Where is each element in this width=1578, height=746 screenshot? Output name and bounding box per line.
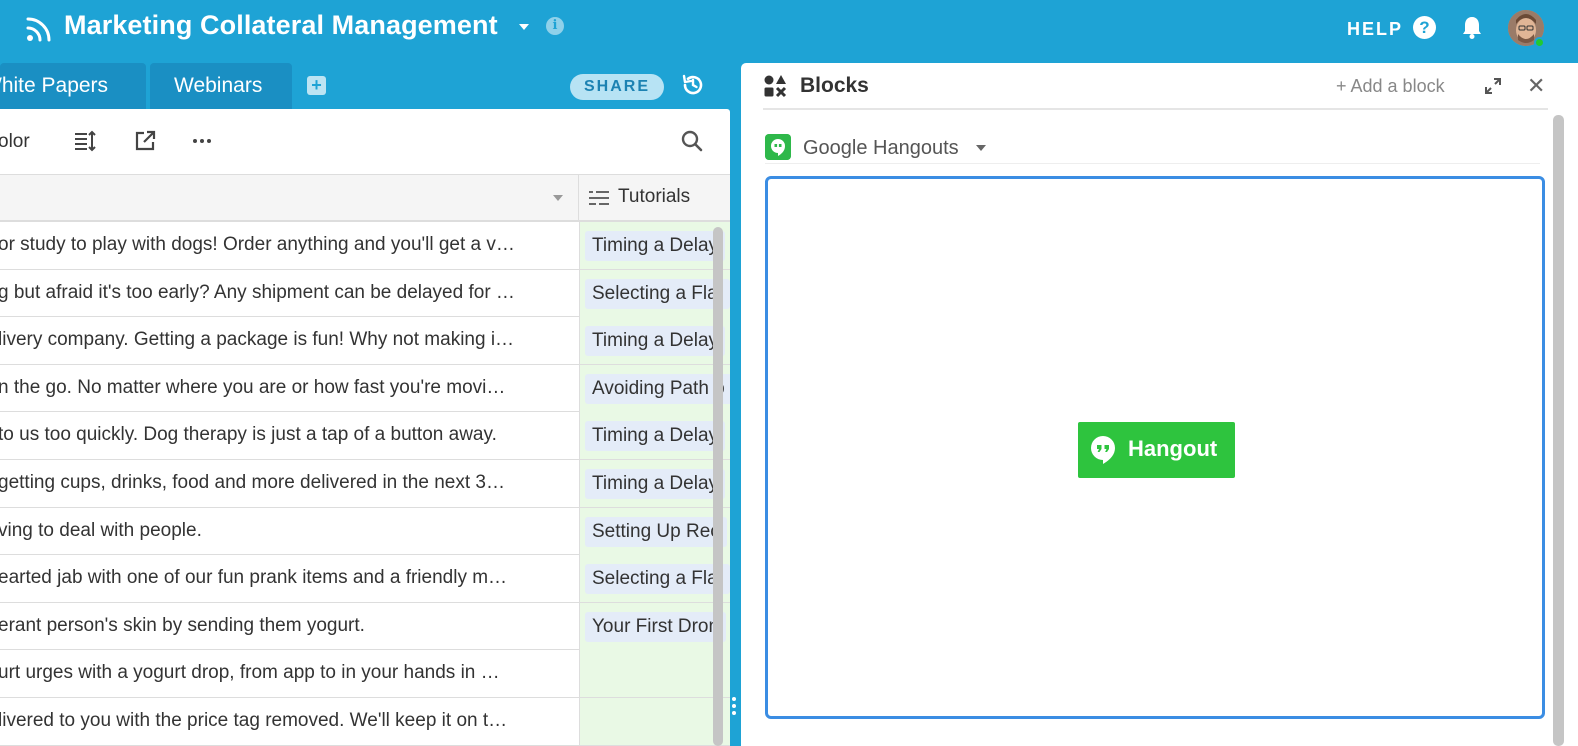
history-icon[interactable]	[681, 73, 705, 97]
grid-view: olor Tutorials or study to play with dog…	[0, 109, 730, 746]
table-row[interactable]: urt urges with a yogurt drop, from app t…	[0, 650, 730, 698]
tab-white-papers[interactable]: White Papers	[0, 63, 146, 109]
blocks-panel: Blocks + Add a block ✕ Google Hangouts H…	[741, 63, 1578, 746]
tutorial-tag: Timing a Delay	[585, 468, 726, 499]
tutorial-tag: Timing a Delay	[585, 231, 726, 261]
tutorials-cell[interactable]	[579, 697, 730, 745]
tutorials-cell[interactable]	[579, 650, 730, 698]
more-icon[interactable]	[190, 129, 214, 153]
top-bar: Marketing Collateral Management i HELP ?	[0, 0, 1578, 58]
add-block-button[interactable]: + Add a block	[1336, 76, 1445, 97]
rss-icon	[26, 17, 51, 42]
tutorials-cell[interactable]: Timing a Delay	[579, 459, 730, 507]
tutorial-tag: Timing a Delay	[585, 326, 726, 357]
grid-scrollbar[interactable]	[713, 227, 723, 746]
tutorial-tag: Selecting a Flat	[585, 564, 730, 595]
color-button[interactable]: olor	[0, 131, 30, 153]
info-icon[interactable]: i	[546, 17, 564, 35]
table-row[interactable]: erant person's skin by sending them yogu…	[0, 602, 730, 651]
close-icon[interactable]: ✕	[1527, 73, 1545, 99]
table-row[interactable]: n the go. No matter where you are or how…	[0, 364, 730, 413]
start-hangout-button[interactable]: Hangout	[1078, 422, 1235, 478]
hangout-button-label: Hangout	[1128, 436, 1218, 461]
description-cell[interactable]: earted jab with one of our fun prank ite…	[0, 555, 578, 602]
multiple-select-field-icon	[589, 191, 609, 205]
view-toolbar: olor	[0, 109, 730, 175]
tutorials-cell[interactable]: Avoiding Path o	[579, 364, 730, 412]
bell-icon[interactable]	[1460, 14, 1484, 40]
tutorial-tag: Your First Dron	[585, 611, 727, 642]
block-selector-label[interactable]: Google Hangouts	[803, 137, 959, 160]
tutorials-cell[interactable]: Timing a Delay	[579, 317, 730, 365]
description-cell[interactable]: livery company. Getting a package is fun…	[0, 317, 578, 364]
description-cell[interactable]: g but afraid it's too early? Any shipmen…	[0, 270, 578, 317]
column-header-row: Tutorials	[0, 175, 730, 222]
tutorial-tag: Timing a Delay	[585, 421, 726, 452]
tutorials-cell[interactable]: Selecting a Flat	[579, 269, 730, 317]
tutorials-cell[interactable]: Selecting a Flat	[579, 555, 730, 603]
share-button[interactable]: SHARE	[570, 74, 664, 100]
description-cell[interactable]: or study to play with dogs! Order anythi…	[0, 222, 578, 269]
base-title[interactable]: Marketing Collateral Management	[64, 10, 498, 41]
tutorial-tag: Avoiding Path o	[585, 373, 730, 404]
blocks-scrollbar[interactable]	[1553, 115, 1564, 746]
expand-icon[interactable]	[1484, 77, 1502, 95]
block-content-frame: Hangout	[765, 176, 1545, 719]
description-cell[interactable]: livered to you with the price tag remove…	[0, 698, 578, 745]
add-table-icon[interactable]: +	[307, 76, 326, 95]
block-selector[interactable]: Google Hangouts	[765, 134, 1540, 164]
description-cell[interactable]: n the go. No matter where you are or how…	[0, 365, 578, 412]
tutorial-tag: Selecting a Flat	[585, 278, 730, 309]
row-height-icon[interactable]	[73, 129, 97, 153]
table-row[interactable]: livery company. Getting a package is fun…	[0, 317, 730, 365]
description-cell[interactable]: getting cups, drinks, food and more deli…	[0, 460, 578, 507]
tutorials-cell[interactable]: Timing a Delay	[579, 412, 730, 460]
table-row[interactable]: g but afraid it's too early? Any shipmen…	[0, 269, 730, 318]
table-row[interactable]: livered to you with the price tag remove…	[0, 697, 730, 746]
blocks-header: Blocks + Add a block ✕	[763, 63, 1548, 110]
table-row[interactable]: getting cups, drinks, food and more deli…	[0, 459, 730, 508]
table-row[interactable]: ving to deal with people. Setting Up Rec	[0, 507, 730, 556]
table-body: or study to play with dogs! Order anythi…	[0, 222, 730, 746]
table-row[interactable]: earted jab with one of our fun prank ite…	[0, 555, 730, 603]
description-cell[interactable]: ving to deal with people.	[0, 508, 578, 555]
column-header-tutorials[interactable]: Tutorials	[618, 186, 690, 208]
table-row[interactable]: or study to play with dogs! Order anythi…	[0, 222, 730, 270]
help-link[interactable]: HELP	[1347, 19, 1403, 40]
tab-webinars[interactable]: Webinars	[150, 63, 292, 109]
column-menu-caret-icon[interactable]	[553, 195, 563, 201]
tutorial-tag: Setting Up Rec	[585, 516, 727, 547]
online-status-dot	[1534, 37, 1545, 48]
blocks-icon	[764, 75, 787, 98]
column-divider[interactable]	[578, 175, 579, 222]
description-cell[interactable]: to us too quickly. Dog therapy is just a…	[0, 412, 578, 459]
tutorials-cell[interactable]: Setting Up Rec	[579, 507, 730, 555]
chevron-down-icon[interactable]	[976, 145, 986, 151]
google-hangouts-icon	[765, 134, 791, 160]
blocks-title: Blocks	[800, 74, 869, 97]
hangouts-quote-icon	[1091, 436, 1115, 464]
description-cell[interactable]: urt urges with a yogurt drop, from app t…	[0, 650, 578, 697]
table-row[interactable]: to us too quickly. Dog therapy is just a…	[0, 412, 730, 460]
share-view-icon[interactable]	[133, 129, 157, 153]
tutorials-cell[interactable]: Your First Dron	[579, 602, 730, 650]
panel-resize-handle[interactable]	[731, 694, 737, 724]
help-icon[interactable]: ?	[1413, 16, 1436, 39]
tutorials-cell[interactable]: Timing a Delay	[579, 222, 730, 269]
chevron-down-icon[interactable]	[519, 24, 529, 30]
description-cell[interactable]: erant person's skin by sending them yogu…	[0, 603, 578, 650]
search-icon[interactable]	[680, 129, 704, 153]
